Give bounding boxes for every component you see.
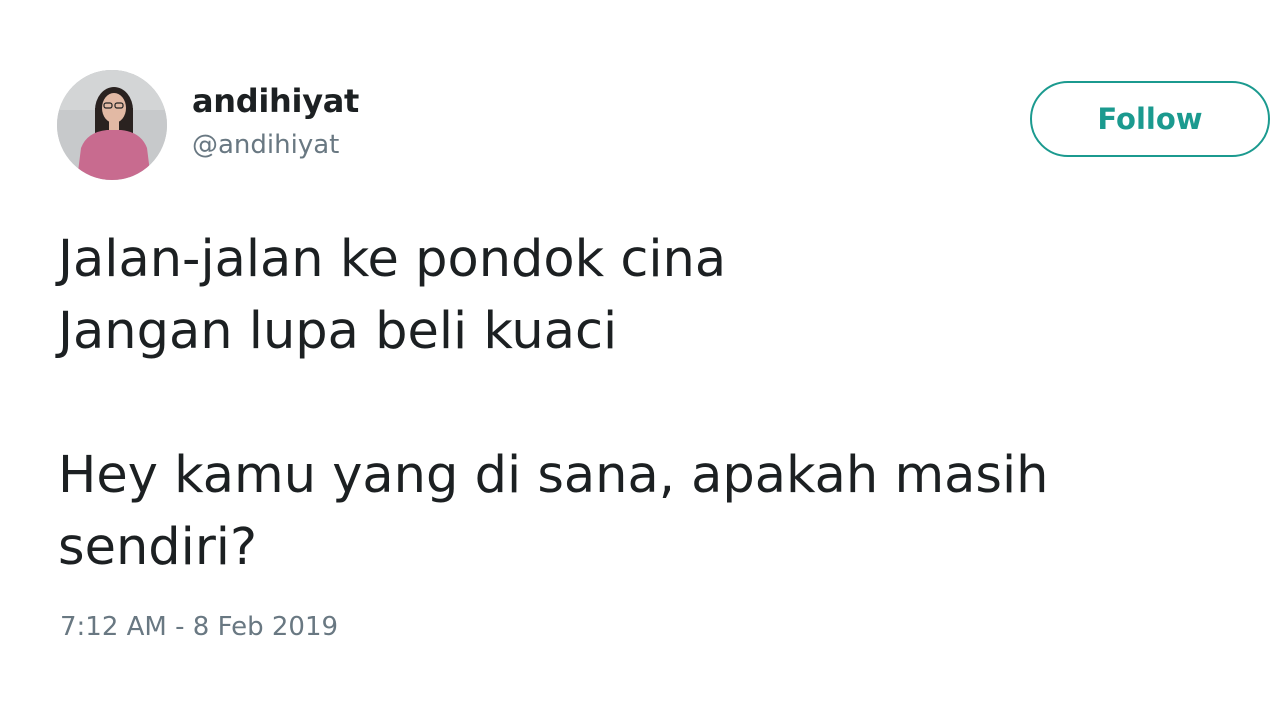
- avatar[interactable]: [57, 70, 167, 180]
- tweet-text-line: Jangan lupa beli kuaci: [58, 302, 618, 361]
- author-handle[interactable]: @andihiyat: [192, 130, 339, 160]
- tweet-card: andihiyat @andihiyat Follow Jalan-jalan …: [0, 0, 1280, 720]
- tweet-timestamp[interactable]: 7:12 AM - 8 Feb 2019: [60, 612, 338, 642]
- tweet-text-line: Jalan-jalan ke pondok cina: [58, 230, 727, 289]
- tweet-text: Jalan-jalan ke pondok cina Jangan lupa b…: [58, 224, 1238, 584]
- tweet-text-line: sendiri?: [58, 518, 258, 577]
- author-display-name[interactable]: andihiyat: [192, 82, 359, 120]
- follow-button[interactable]: Follow: [1030, 81, 1270, 157]
- tweet-text-line: Hey kamu yang di sana, apakah masih: [58, 446, 1049, 505]
- profile-photo-icon: [57, 70, 167, 180]
